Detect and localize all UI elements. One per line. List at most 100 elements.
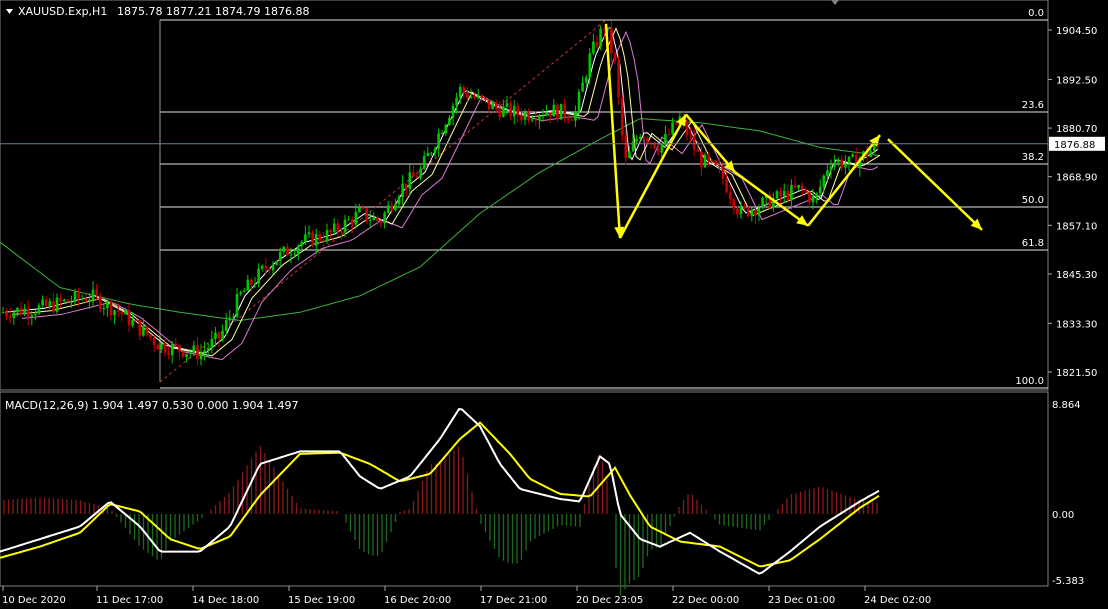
pattern-arrows[interactable]	[0, 23, 1048, 239]
candle-body	[869, 151, 872, 157]
macd-axis: 8.864 0.00 -5.383	[1052, 400, 1084, 587]
candle-body	[685, 120, 689, 136]
candle-body	[700, 151, 703, 168]
candle-body	[815, 193, 818, 196]
candle-body	[80, 298, 84, 300]
candle-body	[804, 189, 808, 193]
candle-body	[646, 138, 649, 143]
candle-body	[278, 251, 282, 262]
candle-body	[296, 245, 300, 254]
candle-body	[584, 77, 588, 83]
candle-body	[689, 135, 692, 137]
candle-body	[570, 119, 574, 121]
candle-body	[386, 205, 390, 213]
macd-main-line	[0, 408, 880, 575]
candle-body	[739, 206, 743, 215]
candle-body	[109, 301, 113, 316]
candle-body	[786, 190, 790, 201]
candle-body	[232, 316, 235, 318]
candle-body	[199, 352, 203, 360]
candle-body	[556, 104, 559, 120]
trading-chart[interactable]: 0.023.638.250.061.8100.0 1904.501892.501…	[0, 0, 1108, 609]
candle-body	[566, 117, 570, 120]
time-label: 10 Dec 2020	[2, 595, 66, 606]
time-label: 11 Dec 17:00	[96, 595, 163, 606]
candle-body	[91, 289, 95, 300]
candle-body	[134, 319, 138, 321]
candle-body	[725, 178, 728, 193]
arrow-line-6[interactable]	[887, 138, 983, 231]
candle-body	[426, 153, 430, 157]
candle-body	[62, 299, 66, 302]
candle-body	[264, 265, 268, 269]
arrow-line-2[interactable]	[618, 113, 688, 239]
price-axis[interactable]: 1904.50 1892.50 1880.70 1868.90 1857.10 1845.…	[1048, 26, 1105, 379]
candle-body	[775, 191, 779, 199]
candle-body	[318, 234, 322, 241]
candle-body	[26, 308, 30, 317]
time-label: 16 Dec 20:00	[384, 595, 451, 606]
arrow-line-5[interactable]	[807, 134, 881, 227]
candle-body	[336, 223, 340, 232]
candle-body	[469, 96, 473, 98]
candle-body	[73, 291, 77, 302]
candle-body	[563, 103, 566, 118]
candle-body	[671, 122, 674, 135]
candle-body	[142, 326, 145, 336]
candle-body	[314, 234, 318, 246]
candle-body	[484, 97, 487, 100]
time-axis[interactable]: 10 Dec 2020 11 Dec 17:00 14 Dec 18:00 15 De…	[2, 586, 931, 606]
candle-body	[552, 104, 556, 117]
candle-body	[19, 307, 23, 315]
candle-body	[228, 317, 232, 321]
candle-body	[12, 312, 16, 319]
symbol-label: XAUUSD.Exp,H1	[18, 5, 107, 18]
candle-body	[16, 307, 19, 313]
candle-body	[829, 166, 833, 171]
menu-triangle-icon[interactable]	[6, 9, 13, 14]
candle-body	[260, 265, 264, 269]
arrow-line-4[interactable]	[734, 171, 809, 227]
candle-body	[152, 337, 156, 345]
candle-body	[170, 343, 174, 356]
candle-body	[440, 133, 444, 135]
candle-body	[163, 343, 167, 353]
scroll-marker-icon[interactable]	[831, 0, 839, 5]
candle-body	[466, 92, 469, 98]
candle-body	[246, 279, 250, 291]
candle-body	[545, 112, 548, 116]
price-label: 1904.50	[1056, 26, 1097, 37]
fibonacci-retracement[interactable]: 0.0 23.6 38.2 50.0 61.8 100.0	[159, 8, 1048, 389]
candle-body	[430, 152, 433, 154]
candle-body	[221, 330, 224, 339]
candle-body	[401, 183, 404, 198]
candle-body	[736, 208, 739, 215]
candle-body	[538, 115, 541, 121]
candle-body	[307, 232, 311, 235]
candle-body	[660, 144, 664, 153]
candle-body	[707, 154, 710, 161]
fib-label-38.2: 38.2	[1022, 152, 1044, 163]
candle-body	[383, 212, 386, 224]
candle-body	[840, 159, 844, 168]
candle-body	[793, 185, 797, 188]
candle-body	[743, 206, 746, 208]
candle-body	[800, 185, 804, 190]
candle-body	[588, 53, 592, 78]
candle-body	[55, 297, 59, 312]
candle-body	[642, 136, 646, 139]
candle-body	[59, 297, 62, 302]
candle-body	[149, 334, 152, 338]
candle-body	[106, 301, 109, 309]
candle-body	[487, 99, 491, 110]
candle-body	[23, 308, 26, 315]
candle-body	[397, 197, 401, 205]
price-label: 1868.90	[1056, 173, 1097, 184]
candle-body	[167, 352, 170, 356]
candle-body	[782, 190, 786, 197]
candle-body	[181, 351, 185, 357]
candle-body	[37, 305, 41, 314]
candle-body	[732, 199, 736, 209]
candle-body	[5, 312, 8, 316]
candle-body	[638, 136, 642, 139]
